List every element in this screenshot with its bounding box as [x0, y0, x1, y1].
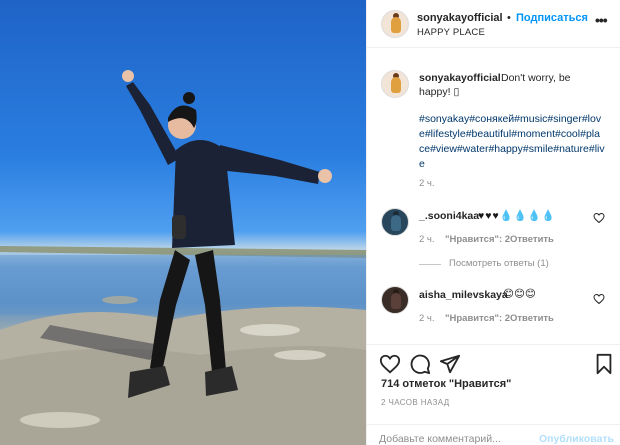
comment-username[interactable]: aisha_milevskaya	[419, 289, 508, 301]
post-sidebar: sonyakayofficial • Подписаться HAPPY PLA…	[366, 0, 620, 445]
comment-avatar[interactable]	[381, 208, 409, 236]
post-location[interactable]: HAPPY PLACE	[417, 27, 485, 38]
photo-illustration	[0, 70, 366, 445]
replies-divider	[419, 264, 441, 265]
comment-likes[interactable]: "Нравится": 2	[445, 313, 510, 324]
comment-heart-icon[interactable]	[593, 212, 605, 224]
post-header: sonyakayofficial • Подписаться HAPPY PLA…	[367, 0, 620, 48]
follow-button[interactable]: Подписаться	[516, 12, 588, 24]
post-photo[interactable]	[0, 0, 366, 445]
comment-heart-icon[interactable]	[593, 293, 605, 305]
action-bar	[367, 344, 620, 380]
comment-avatar[interactable]	[381, 286, 409, 314]
caption-time: 2 ч.	[419, 178, 435, 189]
author-username[interactable]: sonyakayofficial	[417, 12, 503, 24]
caption-avatar[interactable]	[381, 70, 409, 98]
comment-text: 😊😊😊	[503, 288, 536, 300]
view-replies-button[interactable]: Посмотреть ответы (1)	[449, 258, 549, 269]
add-comment-bar: Опубликовать	[367, 424, 620, 445]
author-avatar[interactable]	[381, 10, 409, 38]
comment-likes[interactable]: "Нравится": 2	[445, 234, 510, 245]
comment-text: ♥♥♥💧💧💧💧	[478, 210, 556, 222]
comments-list[interactable]: sonyakayofficial Don't worry, be happy! …	[367, 48, 620, 344]
comment-reply-button[interactable]: Ответить	[510, 313, 554, 324]
comment-reply-button[interactable]: Ответить	[510, 234, 554, 245]
bookmark-icon[interactable]	[593, 353, 615, 375]
comment-time: 2 ч.	[419, 234, 435, 245]
comment-icon[interactable]	[409, 353, 431, 375]
comment-username[interactable]: _.sooni4kaa	[419, 210, 479, 222]
likes-count[interactable]: 714 отметок "Нравится"	[381, 378, 511, 390]
heart-icon[interactable]	[379, 353, 401, 375]
publish-button[interactable]: Опубликовать	[539, 433, 614, 445]
header-separator: •	[507, 12, 511, 24]
caption-username[interactable]: sonyakayofficial	[419, 72, 501, 84]
caption-hashtags[interactable]: #sonyakay#сонякей#music#singer#love#life…	[419, 112, 605, 172]
caption-text: Don't worry, be	[501, 72, 571, 84]
comment-time: 2 ч.	[419, 313, 435, 324]
share-icon[interactable]	[439, 353, 461, 375]
more-icon[interactable]: •••	[595, 12, 608, 28]
caption-text-line2: happy! ▯	[419, 86, 460, 98]
post-timestamp[interactable]: 2 ЧАСОВ НАЗАД	[381, 398, 450, 407]
comment-input[interactable]	[379, 433, 529, 445]
